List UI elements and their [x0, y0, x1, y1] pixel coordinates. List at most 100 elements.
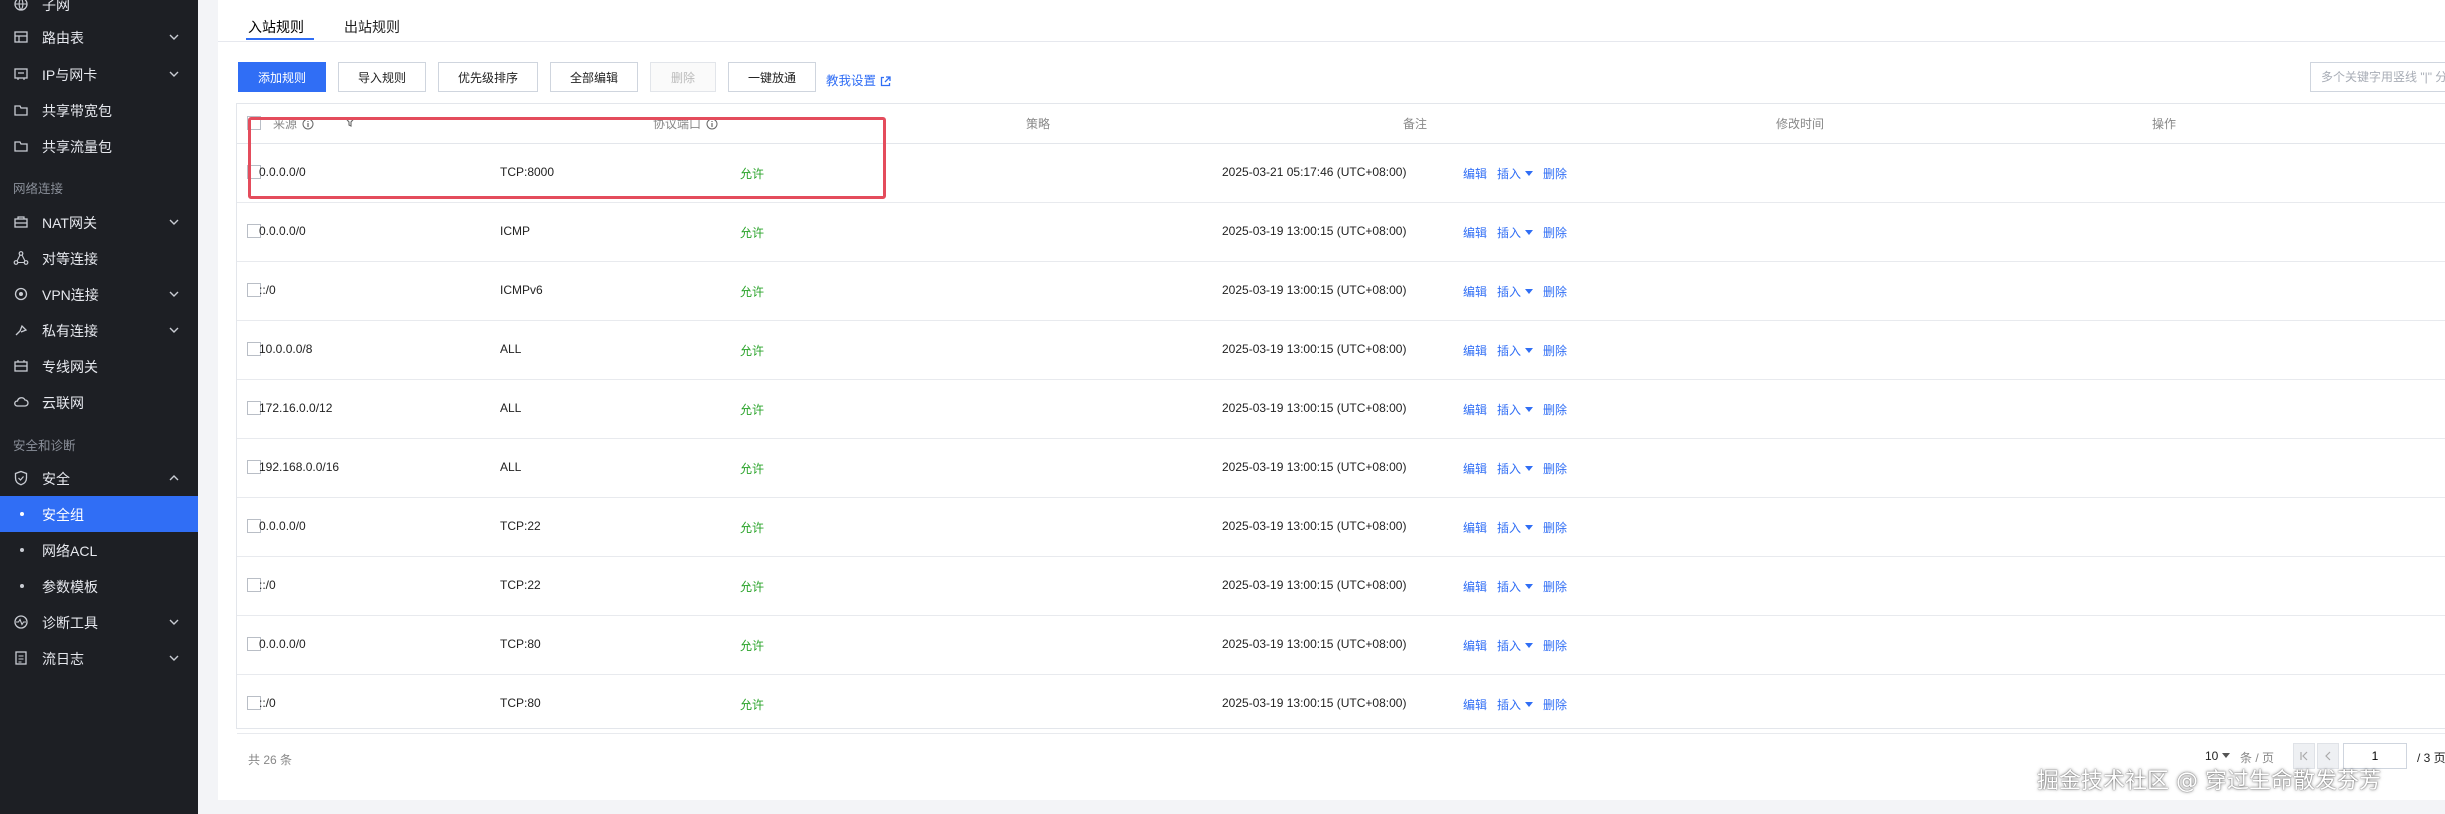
- sidebar-item-vpn[interactable]: VPN连接: [0, 276, 198, 312]
- delete-link[interactable]: 删除: [1543, 462, 1567, 476]
- delete-link[interactable]: 删除: [1543, 285, 1567, 299]
- tab-outbound-rules[interactable]: 出站规则: [344, 17, 400, 37]
- row-actions: 编辑 插入 删除: [1463, 165, 1567, 182]
- edit-link[interactable]: 编辑: [1463, 226, 1487, 240]
- edit-all-button[interactable]: 全部编辑: [550, 62, 638, 92]
- sidebar-item-cloud-network[interactable]: 云联网: [0, 384, 198, 420]
- sidebar-item-private-link[interactable]: 私有连接: [0, 312, 198, 348]
- one-click-allow-button[interactable]: 一键放通: [728, 62, 816, 92]
- page-size-select[interactable]: 10: [2205, 749, 2231, 763]
- cell-policy: 允许: [740, 462, 765, 476]
- import-rules-button[interactable]: 导入规则: [338, 62, 426, 92]
- cell-source: 0.0.0.0/0: [259, 224, 306, 238]
- delete-link[interactable]: 删除: [1543, 403, 1567, 417]
- private-link-icon: [15, 324, 28, 336]
- sidebar-item-parameter-template[interactable]: 参数模板: [0, 568, 198, 604]
- rules-table: 来源 协议端口 策略 备注 修改时间 操作 0.0.0.0/0 TCP:8000 允…: [236, 103, 2445, 734]
- sidebar-item-nat-gateway[interactable]: NAT网关: [0, 204, 198, 240]
- nat-gateway-icon: [14, 216, 28, 228]
- row-actions: 编辑 插入 删除: [1463, 696, 1567, 713]
- insert-dropdown[interactable]: 插入: [1497, 580, 1534, 594]
- delete-link[interactable]: 删除: [1543, 226, 1567, 240]
- chevron-down-icon: [169, 219, 179, 225]
- row-actions: 编辑 插入 删除: [1463, 342, 1567, 359]
- sidebar-item-label: VPN连接: [42, 287, 99, 303]
- cell-policy: 允许: [740, 167, 765, 181]
- insert-dropdown[interactable]: 插入: [1497, 344, 1534, 358]
- delete-link[interactable]: 删除: [1543, 521, 1567, 535]
- tab-inbound-rules[interactable]: 入站规则: [248, 17, 304, 37]
- sidebar-item-diagnosis-tools[interactable]: 诊断工具: [0, 604, 198, 640]
- chevron-down-icon: [169, 655, 179, 661]
- delete-link[interactable]: 删除: [1543, 167, 1567, 181]
- shield-icon: [14, 470, 28, 486]
- row-actions: 编辑 插入 删除: [1463, 637, 1567, 654]
- delete-button[interactable]: 删除: [650, 62, 716, 92]
- insert-dropdown[interactable]: 插入: [1497, 521, 1534, 535]
- sidebar-item-shared-bandwidth[interactable]: 共享带宽包: [0, 92, 198, 128]
- delete-link[interactable]: 删除: [1543, 639, 1567, 653]
- insert-dropdown[interactable]: 插入: [1497, 167, 1534, 181]
- sidebar-item-security[interactable]: 安全: [0, 460, 198, 496]
- delete-link[interactable]: 删除: [1543, 580, 1567, 594]
- sidebar-item-label: 网络ACL: [42, 543, 98, 559]
- edit-link[interactable]: 编辑: [1463, 344, 1487, 358]
- caret-down-icon: [1525, 171, 1534, 176]
- sidebar-item-shared-traffic[interactable]: 共享流量包: [0, 128, 198, 164]
- cell-modified-time: 2025-03-19 13:00:15 (UTC+08:00): [1222, 637, 1407, 651]
- table-row: 0.0.0.0/0 TCP:8000 允许 2025-03-21 05:17:46 (…: [237, 144, 2445, 203]
- cell-protocol-port: ALL: [500, 460, 522, 474]
- caret-down-icon: [2222, 753, 2231, 758]
- search-input[interactable]: [2310, 62, 2445, 92]
- dedicated-gateway-icon: [14, 360, 28, 372]
- insert-dropdown[interactable]: 插入: [1497, 403, 1534, 417]
- cell-protocol-port: TCP:22: [500, 519, 541, 533]
- info-icon[interactable]: [706, 118, 718, 130]
- select-all-checkbox[interactable]: [247, 116, 261, 130]
- sidebar-item-dedicated-gateway[interactable]: 专线网关: [0, 348, 198, 384]
- insert-dropdown[interactable]: 插入: [1497, 285, 1534, 299]
- sidebar-item-ip-nic[interactable]: IP与网卡: [0, 56, 198, 92]
- add-rule-button[interactable]: 添加规则: [238, 62, 326, 92]
- cell-protocol-port: ICMP: [500, 224, 530, 238]
- filter-icon[interactable]: [344, 116, 356, 128]
- sidebar-item-network-acl[interactable]: 网络ACL: [0, 532, 198, 568]
- insert-dropdown[interactable]: 插入: [1497, 226, 1534, 240]
- sidebar-item-peering[interactable]: 对等连接: [0, 240, 198, 276]
- delete-link[interactable]: 删除: [1543, 698, 1567, 712]
- row-actions: 编辑 插入 删除: [1463, 283, 1567, 300]
- edit-link[interactable]: 编辑: [1463, 285, 1487, 299]
- insert-label: 插入: [1497, 167, 1522, 181]
- sidebar-item-security-group[interactable]: 安全组: [0, 496, 198, 532]
- cell-policy: 允许: [740, 698, 765, 712]
- bullet-icon: [20, 548, 24, 552]
- sidebar-item-route-table[interactable]: 路由表: [0, 19, 198, 55]
- cell-source: 0.0.0.0/0: [259, 637, 306, 651]
- cell-protocol-port: TCP:22: [500, 578, 541, 592]
- sidebar-item-flow-log[interactable]: 流日志: [0, 640, 198, 676]
- edit-link[interactable]: 编辑: [1463, 167, 1487, 181]
- cell-policy: 允许: [740, 285, 765, 299]
- cell-modified-time: 2025-03-21 05:17:46 (UTC+08:00): [1222, 165, 1407, 179]
- cell-protocol-port: TCP:80: [500, 637, 541, 651]
- sidebar-group-security: 安全和诊断: [13, 439, 76, 453]
- edit-link[interactable]: 编辑: [1463, 580, 1487, 594]
- sidebar-group-network: 网络连接: [13, 182, 64, 196]
- edit-link[interactable]: 编辑: [1463, 403, 1487, 417]
- edit-link[interactable]: 编辑: [1463, 521, 1487, 535]
- active-tab-indicator: [246, 38, 314, 40]
- network-card-icon: [14, 68, 28, 80]
- priority-sort-button[interactable]: 优先级排序: [438, 62, 538, 92]
- insert-dropdown[interactable]: 插入: [1497, 462, 1534, 476]
- tutorial-link[interactable]: 教我设置: [826, 70, 891, 89]
- edit-link[interactable]: 编辑: [1463, 462, 1487, 476]
- sidebar-item-label: 安全: [42, 471, 70, 487]
- info-icon[interactable]: [302, 118, 314, 130]
- insert-dropdown[interactable]: 插入: [1497, 698, 1534, 712]
- caret-down-icon: [1525, 702, 1534, 707]
- delete-link[interactable]: 删除: [1543, 344, 1567, 358]
- cell-source: 0.0.0.0/0: [259, 165, 306, 179]
- edit-link[interactable]: 编辑: [1463, 698, 1487, 712]
- edit-link[interactable]: 编辑: [1463, 639, 1487, 653]
- insert-dropdown[interactable]: 插入: [1497, 639, 1534, 653]
